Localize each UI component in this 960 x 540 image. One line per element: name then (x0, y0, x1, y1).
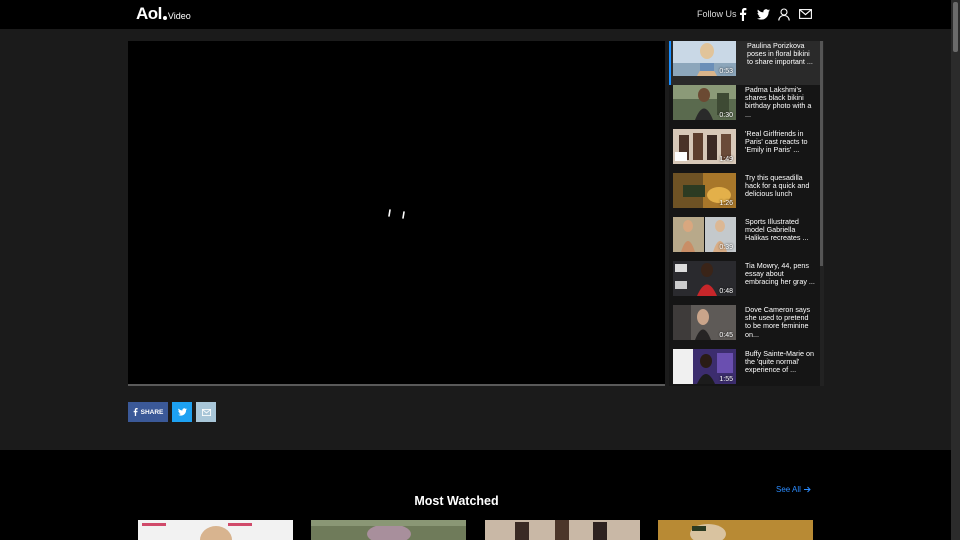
aol-video-logo[interactable]: Aol Video (136, 5, 191, 23)
video-title[interactable]: Padma Lakshmi's shares black bikini birt… (745, 85, 815, 119)
page-scrollbar-thumb[interactable] (953, 2, 958, 52)
see-all-link[interactable]: See All (776, 485, 811, 494)
video-duration: 0:45 (719, 332, 733, 339)
page-scrollbar[interactable] (951, 0, 960, 540)
share-label: SHARE (140, 408, 164, 416)
most-watched-card[interactable] (138, 520, 293, 540)
video-title[interactable]: Buffy Sainte-Marie on the 'quite normal'… (745, 349, 815, 375)
playlist-scrollbar-thumb[interactable] (820, 41, 823, 266)
video-title[interactable]: Dove Cameron says she used to pretend to… (745, 305, 815, 339)
video-title[interactable]: Sports Illustrated model Gabriella Halik… (745, 217, 815, 243)
video-thumbnail[interactable] (658, 520, 813, 540)
most-watched-card[interactable] (311, 520, 466, 540)
logo-dot (162, 16, 167, 20)
video-title[interactable]: 'Real Girlfriends in Paris' cast reacts … (745, 129, 815, 155)
follow-us-label: Follow Us (697, 9, 737, 19)
video-thumbnail[interactable] (485, 520, 640, 540)
video-title[interactable]: Paulina Porizkova poses in floral bikini… (747, 41, 817, 67)
logo-main-text: Aol (136, 4, 162, 23)
most-watched-card[interactable] (658, 520, 813, 540)
playlist-item[interactable]: 1:49 'Real Girlfriends in Paris' cast re… (669, 129, 820, 173)
video-playlist: 0:53 Paulina Porizkova poses in floral b… (669, 41, 824, 386)
loading-spinner-icon (388, 209, 405, 219)
playlist-item[interactable]: 0:45 Dove Cameron says she used to prete… (669, 305, 820, 349)
twitter-share-button[interactable] (172, 402, 192, 422)
playlist-scrollbar[interactable] (820, 41, 824, 386)
video-thumbnail[interactable]: 1:49 (673, 129, 736, 164)
video-thumbnail[interactable] (311, 520, 466, 540)
video-thumbnail[interactable]: 0:53 (673, 41, 736, 76)
video-title[interactable]: Try this quesadilla hack for a quick and… (745, 173, 815, 199)
arrow-right-icon (803, 486, 811, 493)
most-watched-card[interactable] (485, 520, 640, 540)
twitter-icon[interactable] (756, 7, 770, 21)
mail-icon (201, 408, 211, 416)
video-thumbnail[interactable]: 1:55 (673, 349, 736, 384)
video-thumbnail[interactable]: 0:45 (673, 305, 736, 340)
most-watched-title: Most Watched (414, 494, 499, 508)
video-player[interactable] (128, 41, 665, 386)
video-duration: 1:26 (719, 200, 733, 207)
video-duration: 1:49 (719, 156, 733, 163)
playlist-item[interactable]: 1:55 Buffy Sainte-Marie on the 'quite no… (669, 349, 820, 386)
video-duration: 1:55 (719, 376, 733, 383)
facebook-icon (133, 408, 138, 416)
facebook-icon[interactable] (736, 7, 750, 21)
see-all-label: See All (776, 485, 801, 494)
video-duration: 0:30 (719, 112, 733, 119)
mail-icon[interactable] (798, 7, 812, 21)
playlist-item[interactable]: 0:30 Padma Lakshmi's shares black bikini… (669, 85, 820, 129)
playlist-item[interactable]: 0:48 Tia Mowry, 44, pens essay about emb… (669, 261, 820, 305)
playlist-item[interactable]: 1:26 Try this quesadilla hack for a quic… (669, 173, 820, 217)
email-share-button[interactable] (196, 402, 216, 422)
video-thumbnail[interactable] (138, 520, 293, 540)
video-duration: 0:39 (719, 244, 733, 251)
twitter-icon (177, 408, 187, 416)
video-thumbnail[interactable]: 0:30 (673, 85, 736, 120)
playlist-item[interactable]: 0:39 Sports Illustrated model Gabriella … (669, 217, 820, 261)
player-progress-bar[interactable] (128, 384, 665, 386)
video-duration: 0:48 (719, 288, 733, 295)
facebook-share-button[interactable]: SHARE (128, 402, 168, 422)
user-icon[interactable] (777, 7, 791, 21)
playlist-item[interactable]: 0:53 Paulina Porizkova poses in floral b… (669, 41, 820, 85)
site-header: Aol Video Follow Us (0, 0, 951, 29)
video-duration: 0:53 (719, 68, 733, 75)
video-title[interactable]: Tia Mowry, 44, pens essay about embracin… (745, 261, 815, 287)
video-thumbnail[interactable]: 1:26 (673, 173, 736, 208)
logo-sub-text: Video (167, 11, 191, 21)
video-thumbnail[interactable]: 0:48 (673, 261, 736, 296)
video-thumbnail[interactable]: 0:39 (673, 217, 736, 252)
